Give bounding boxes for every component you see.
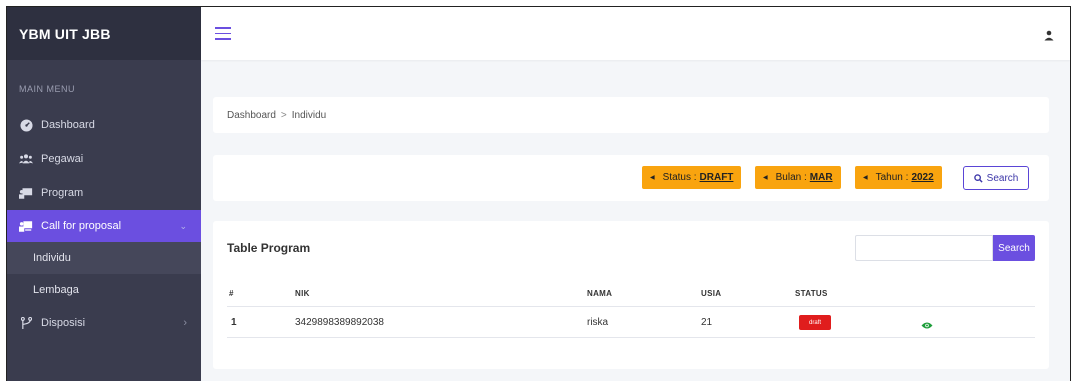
users-icon — [19, 152, 33, 166]
proposal-icon — [19, 219, 33, 233]
eye-view-icon[interactable] — [921, 317, 933, 329]
sidebar-item-call-for-proposal[interactable]: Call for proposal ⌄ — [7, 210, 201, 242]
caret-left-icon: ◀ — [863, 175, 868, 181]
sidebar-item-disposisi[interactable]: Disposisi › — [7, 306, 201, 340]
menu-header: MAIN MENU — [19, 84, 75, 94]
filter-search-button[interactable]: Search — [963, 166, 1029, 190]
bulan-filter-label: Bulan : — [775, 172, 807, 183]
tahun-filter-label: Tahun : — [875, 172, 909, 183]
sidebar-item-label: Lembaga — [33, 284, 79, 296]
sidebar-item-label: Disposisi — [41, 317, 86, 329]
status-filter-button[interactable]: ◀ Status : DRAFT — [642, 166, 742, 189]
tahun-filter-button[interactable]: ◀ Tahun : 2022 — [855, 166, 942, 189]
column-header-no: # — [229, 289, 234, 298]
bulan-filter-button[interactable]: ◀ Bulan : MAR — [755, 166, 841, 189]
cell-usia: 21 — [701, 317, 713, 328]
bulan-filter-value: MAR — [809, 172, 833, 183]
sidebar-item-label: Call for proposal — [41, 220, 122, 232]
sidebar-item-program[interactable]: Program — [7, 176, 201, 210]
program-chalkboard-icon — [19, 186, 33, 200]
sidebar-item-dashboard[interactable]: Dashboard — [7, 108, 201, 142]
table-program-card: Table Program Search # NIK NAMA USIA STA… — [213, 221, 1049, 369]
user-icon[interactable] — [1044, 28, 1056, 40]
cell-nik: 3429898389892038 — [295, 317, 384, 328]
chevron-down-icon: ⌄ — [179, 220, 187, 231]
table-title: Table Program — [227, 241, 311, 255]
brand-title[interactable]: YBM UIT JBB — [7, 7, 201, 60]
filter-search-label: Search — [986, 172, 1019, 184]
column-header-nik: NIK — [295, 289, 310, 298]
table-row-divider — [227, 337, 1035, 338]
main-content: Dashboard > Individu ◀ Status : DRAFT ◀ … — [201, 7, 1070, 381]
sidebar-item-label: Dashboard — [41, 119, 95, 131]
hamburger-menu-icon[interactable] — [215, 27, 231, 40]
caret-left-icon: ◀ — [763, 175, 768, 181]
sidebar-item-label: Program — [41, 187, 84, 199]
topbar — [201, 7, 1070, 60]
breadcrumb-current: Individu — [291, 109, 327, 121]
breadcrumb-separator: > — [280, 109, 287, 121]
column-header-nama: NAMA — [587, 289, 613, 298]
status-filter-label: Status : — [662, 172, 697, 183]
sidebar-item-label: Pegawai — [41, 153, 84, 165]
cell-nama: riska — [587, 317, 609, 328]
sidebar-item-label: Individu — [33, 252, 71, 264]
breadcrumb-link-dashboard[interactable]: Dashboard — [227, 110, 276, 121]
caret-left-icon: ◀ — [650, 175, 655, 181]
table-search-input[interactable] — [855, 235, 993, 261]
column-header-status: STATUS — [795, 289, 828, 298]
dashboard-gauge-icon — [19, 118, 33, 132]
tahun-filter-value: 2022 — [911, 172, 934, 183]
table-header-divider — [227, 306, 1035, 307]
sidebar-item-pegawai[interactable]: Pegawai — [7, 142, 201, 176]
status-filter-value: DRAFT — [699, 172, 734, 183]
sidebar-subitem-individu[interactable]: Individu — [7, 242, 201, 274]
chevron-right-icon: › — [183, 317, 187, 329]
breadcrumb: Dashboard > Individu — [213, 97, 1049, 133]
search-icon — [973, 173, 983, 183]
status-badge: draft — [799, 315, 831, 330]
branch-icon — [19, 316, 33, 330]
filter-bar: ◀ Status : DRAFT ◀ Bulan : MAR ◀ Tahun :… — [213, 155, 1049, 201]
cell-no: 1 — [231, 317, 237, 328]
table-search-button[interactable]: Search — [993, 235, 1035, 261]
app-frame: YBM UIT JBB MAIN MENU Dashboard Pegawai … — [6, 6, 1071, 381]
column-header-usia: USIA — [701, 289, 722, 298]
sidebar: YBM UIT JBB MAIN MENU Dashboard Pegawai … — [7, 7, 201, 381]
sidebar-subitem-lembaga[interactable]: Lembaga — [7, 274, 201, 306]
